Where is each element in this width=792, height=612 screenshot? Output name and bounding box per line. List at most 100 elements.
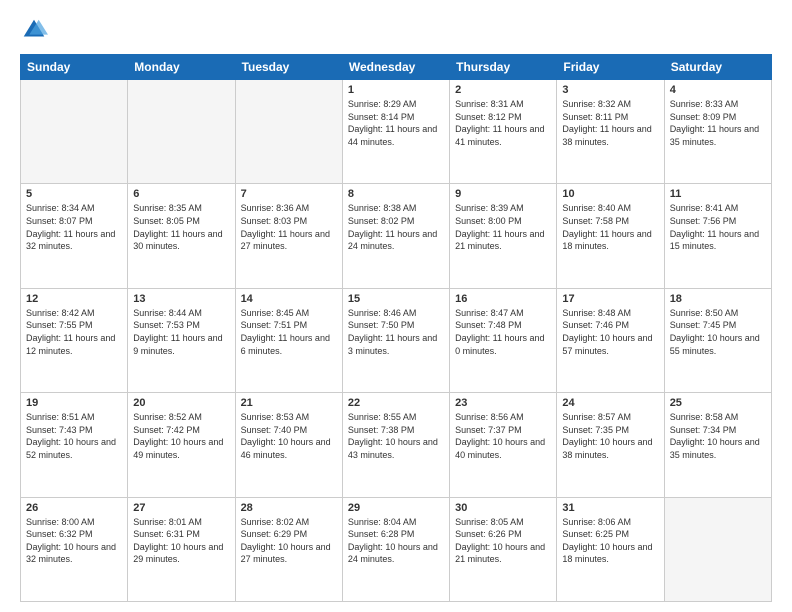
day-number: 24: [562, 397, 658, 409]
day-info: Sunrise: 8:55 AM Sunset: 7:38 PM Dayligh…: [348, 411, 444, 461]
calendar-cell: 11Sunrise: 8:41 AM Sunset: 7:56 PM Dayli…: [664, 184, 771, 288]
day-info: Sunrise: 8:47 AM Sunset: 7:48 PM Dayligh…: [455, 307, 551, 357]
day-number: 11: [670, 188, 766, 200]
day-info: Sunrise: 8:36 AM Sunset: 8:03 PM Dayligh…: [241, 202, 337, 252]
weekday-header-tuesday: Tuesday: [235, 55, 342, 80]
day-info: Sunrise: 8:57 AM Sunset: 7:35 PM Dayligh…: [562, 411, 658, 461]
weekday-header-friday: Friday: [557, 55, 664, 80]
calendar-cell: 28 Sunrise: 8:02 AM Sunset: 6:29 PM Dayli…: [235, 497, 342, 601]
day-number: 12: [26, 293, 122, 305]
day-number: 4: [670, 84, 766, 96]
calendar-cell: 16Sunrise: 8:47 AM Sunset: 7:48 PM Dayli…: [450, 288, 557, 392]
calendar-cell: 4 Sunrise: 8:33 AM Sunset: 8:09 PM Daylig…: [664, 80, 771, 184]
day-number: 31: [562, 502, 658, 514]
day-number: 13: [133, 293, 229, 305]
day-info: Sunrise: 8:56 AM Sunset: 7:37 PM Dayligh…: [455, 411, 551, 461]
calendar-cell: 18 Sunrise: 8:50 AM Sunset: 7:45 PM Dayli…: [664, 288, 771, 392]
day-number: 7: [241, 188, 337, 200]
calendar-cell: 24 Sunrise: 8:57 AM Sunset: 7:35 PM Dayli…: [557, 393, 664, 497]
day-info: Sunrise: 8:45 AM Sunset: 7:51 PM Dayligh…: [241, 307, 337, 357]
day-info: Sunrise: 8:05 AM Sunset: 6:26 PM Dayligh…: [455, 516, 551, 566]
calendar-week-2: 5Sunrise: 8:34 AM Sunset: 8:07 PM Daylig…: [21, 184, 772, 288]
day-number: 27: [133, 502, 229, 514]
logo: [20, 16, 52, 44]
calendar-cell: 29 Sunrise: 8:04 AM Sunset: 6:28 PM Dayli…: [342, 497, 449, 601]
calendar-week-1: 1 Sunrise: 8:29 AM Sunset: 8:14 PM Daylig…: [21, 80, 772, 184]
day-info: Sunrise: 8:00 AM Sunset: 6:32 PM Dayligh…: [26, 516, 122, 566]
day-info: Sunrise: 8:32 AM Sunset: 8:11 PM Dayligh…: [562, 98, 658, 148]
calendar-week-5: 26 Sunrise: 8:00 AM Sunset: 6:32 PM Dayli…: [21, 497, 772, 601]
calendar-cell: 17 Sunrise: 8:48 AM Sunset: 7:46 PM Dayli…: [557, 288, 664, 392]
calendar-cell: 6Sunrise: 8:35 AM Sunset: 8:05 PM Daylig…: [128, 184, 235, 288]
calendar-cell: [664, 497, 771, 601]
day-number: 22: [348, 397, 444, 409]
calendar-cell: 2 Sunrise: 8:31 AM Sunset: 8:12 PM Daylig…: [450, 80, 557, 184]
calendar-cell: 8 Sunrise: 8:38 AM Sunset: 8:02 PM Daylig…: [342, 184, 449, 288]
day-number: 2: [455, 84, 551, 96]
calendar-cell: 13 Sunrise: 8:44 AM Sunset: 7:53 PM Dayli…: [128, 288, 235, 392]
weekday-header-wednesday: Wednesday: [342, 55, 449, 80]
day-number: 1: [348, 84, 444, 96]
calendar-cell: 12Sunrise: 8:42 AM Sunset: 7:55 PM Dayli…: [21, 288, 128, 392]
day-info: Sunrise: 8:39 AM Sunset: 8:00 PM Dayligh…: [455, 202, 551, 252]
day-info: Sunrise: 8:29 AM Sunset: 8:14 PM Dayligh…: [348, 98, 444, 148]
day-number: 10: [562, 188, 658, 200]
logo-icon: [20, 16, 48, 44]
day-number: 8: [348, 188, 444, 200]
day-info: Sunrise: 8:44 AM Sunset: 7:53 PM Dayligh…: [133, 307, 229, 357]
day-number: 9: [455, 188, 551, 200]
calendar-cell: [128, 80, 235, 184]
day-info: Sunrise: 8:53 AM Sunset: 7:40 PM Dayligh…: [241, 411, 337, 461]
calendar-week-3: 12Sunrise: 8:42 AM Sunset: 7:55 PM Dayli…: [21, 288, 772, 392]
calendar-cell: 20Sunrise: 8:52 AM Sunset: 7:42 PM Dayli…: [128, 393, 235, 497]
calendar-cell: 19Sunrise: 8:51 AM Sunset: 7:43 PM Dayli…: [21, 393, 128, 497]
calendar-cell: 30Sunrise: 8:05 AM Sunset: 6:26 PM Dayli…: [450, 497, 557, 601]
day-number: 21: [241, 397, 337, 409]
day-number: 18: [670, 293, 766, 305]
calendar-cell: 31 Sunrise: 8:06 AM Sunset: 6:25 PM Dayli…: [557, 497, 664, 601]
day-number: 23: [455, 397, 551, 409]
day-info: Sunrise: 8:01 AM Sunset: 6:31 PM Dayligh…: [133, 516, 229, 566]
calendar-cell: 3Sunrise: 8:32 AM Sunset: 8:11 PM Daylig…: [557, 80, 664, 184]
calendar-cell: 21 Sunrise: 8:53 AM Sunset: 7:40 PM Dayli…: [235, 393, 342, 497]
calendar-cell: 22 Sunrise: 8:55 AM Sunset: 7:38 PM Dayli…: [342, 393, 449, 497]
day-info: Sunrise: 8:04 AM Sunset: 6:28 PM Dayligh…: [348, 516, 444, 566]
day-info: Sunrise: 8:48 AM Sunset: 7:46 PM Dayligh…: [562, 307, 658, 357]
day-number: 15: [348, 293, 444, 305]
day-number: 26: [26, 502, 122, 514]
day-number: 19: [26, 397, 122, 409]
day-number: 25: [670, 397, 766, 409]
calendar-cell: 14Sunrise: 8:45 AM Sunset: 7:51 PM Dayli…: [235, 288, 342, 392]
calendar-cell: 10 Sunrise: 8:40 AM Sunset: 7:58 PM Dayli…: [557, 184, 664, 288]
day-info: Sunrise: 8:33 AM Sunset: 8:09 PM Dayligh…: [670, 98, 766, 148]
weekday-header-sunday: Sunday: [21, 55, 128, 80]
day-info: Sunrise: 8:34 AM Sunset: 8:07 PM Dayligh…: [26, 202, 122, 252]
header: [20, 16, 772, 44]
day-number: 17: [562, 293, 658, 305]
calendar-cell: 27 Sunrise: 8:01 AM Sunset: 6:31 PM Dayli…: [128, 497, 235, 601]
day-info: Sunrise: 8:40 AM Sunset: 7:58 PM Dayligh…: [562, 202, 658, 252]
calendar-cell: 25 Sunrise: 8:58 AM Sunset: 7:34 PM Dayli…: [664, 393, 771, 497]
calendar-cell: [235, 80, 342, 184]
day-number: 20: [133, 397, 229, 409]
day-info: Sunrise: 8:06 AM Sunset: 6:25 PM Dayligh…: [562, 516, 658, 566]
day-info: Sunrise: 8:35 AM Sunset: 8:05 PM Dayligh…: [133, 202, 229, 252]
calendar-cell: 9 Sunrise: 8:39 AM Sunset: 8:00 PM Daylig…: [450, 184, 557, 288]
day-info: Sunrise: 8:46 AM Sunset: 7:50 PM Dayligh…: [348, 307, 444, 357]
calendar-cell: 26 Sunrise: 8:00 AM Sunset: 6:32 PM Dayli…: [21, 497, 128, 601]
page: SundayMondayTuesdayWednesdayThursdayFrid…: [0, 0, 792, 612]
day-number: 29: [348, 502, 444, 514]
weekday-header-thursday: Thursday: [450, 55, 557, 80]
calendar-cell: 15 Sunrise: 8:46 AM Sunset: 7:50 PM Dayli…: [342, 288, 449, 392]
calendar-cell: [21, 80, 128, 184]
day-info: Sunrise: 8:50 AM Sunset: 7:45 PM Dayligh…: [670, 307, 766, 357]
calendar-table: SundayMondayTuesdayWednesdayThursdayFrid…: [20, 54, 772, 602]
calendar-week-4: 19Sunrise: 8:51 AM Sunset: 7:43 PM Dayli…: [21, 393, 772, 497]
day-info: Sunrise: 8:58 AM Sunset: 7:34 PM Dayligh…: [670, 411, 766, 461]
day-info: Sunrise: 8:02 AM Sunset: 6:29 PM Dayligh…: [241, 516, 337, 566]
weekday-header-row: SundayMondayTuesdayWednesdayThursdayFrid…: [21, 55, 772, 80]
day-info: Sunrise: 8:31 AM Sunset: 8:12 PM Dayligh…: [455, 98, 551, 148]
day-info: Sunrise: 8:38 AM Sunset: 8:02 PM Dayligh…: [348, 202, 444, 252]
day-number: 28: [241, 502, 337, 514]
calendar-cell: 1 Sunrise: 8:29 AM Sunset: 8:14 PM Daylig…: [342, 80, 449, 184]
